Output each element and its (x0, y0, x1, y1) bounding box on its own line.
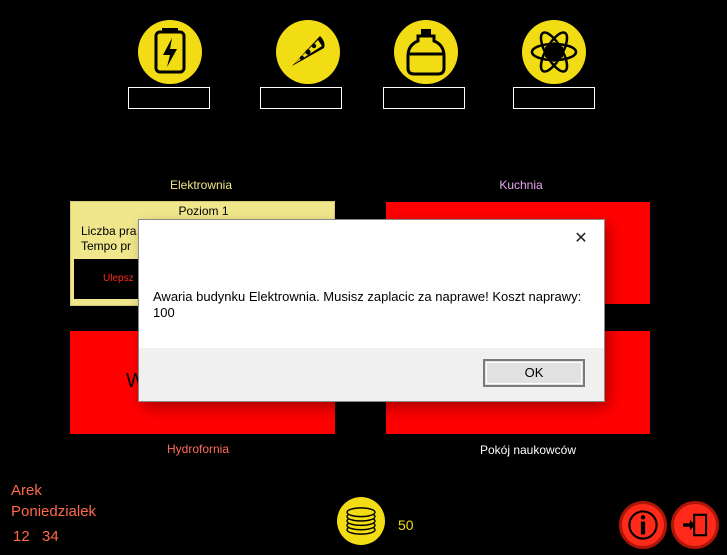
dialog-footer: OK (139, 348, 604, 401)
close-icon[interactable]: ✕ (572, 230, 590, 248)
power-plant-label: Elektrownia (169, 178, 233, 192)
clock-hour: 12 (13, 528, 30, 545)
player-name: Arek (11, 482, 42, 499)
lab-label: Pokój naukowców (479, 443, 577, 457)
coins-icon (337, 497, 385, 545)
repair-alert-dialog: ✕ Awaria budynku Elektrownia. Musisz zap… (139, 220, 604, 401)
info-icon (628, 510, 658, 540)
water-icon (394, 20, 458, 84)
food-value-field (260, 87, 342, 109)
exit-button[interactable] (671, 501, 719, 549)
science-icon (522, 20, 586, 84)
energy-icon (138, 20, 202, 84)
exit-icon (683, 513, 708, 537)
upgrade-button-label: Ulepsz (103, 273, 134, 284)
day-of-week: Poniedzialek (11, 503, 97, 520)
upgrade-button[interactable]: Ulepsz (74, 259, 144, 299)
food-icon (276, 20, 340, 84)
kitchen-label: Kuchnia (499, 178, 543, 192)
info-button[interactable] (619, 501, 667, 549)
science-value-field (513, 87, 595, 109)
ok-button[interactable]: OK (483, 359, 585, 387)
workers-count-label: Liczba pra (81, 224, 137, 238)
hydroponics-label: Hydrofornia (166, 442, 230, 456)
production-rate-label: Tempo pr (81, 239, 132, 253)
power-plant-level: Poziom 1 (178, 204, 229, 218)
water-value-field (383, 87, 465, 109)
energy-value-field (128, 87, 210, 109)
clock-minute: 34 (42, 528, 59, 545)
coins-value: 50 (398, 517, 414, 533)
dialog-message: Awaria budynku Elektrownia. Musisz zapla… (153, 289, 582, 320)
